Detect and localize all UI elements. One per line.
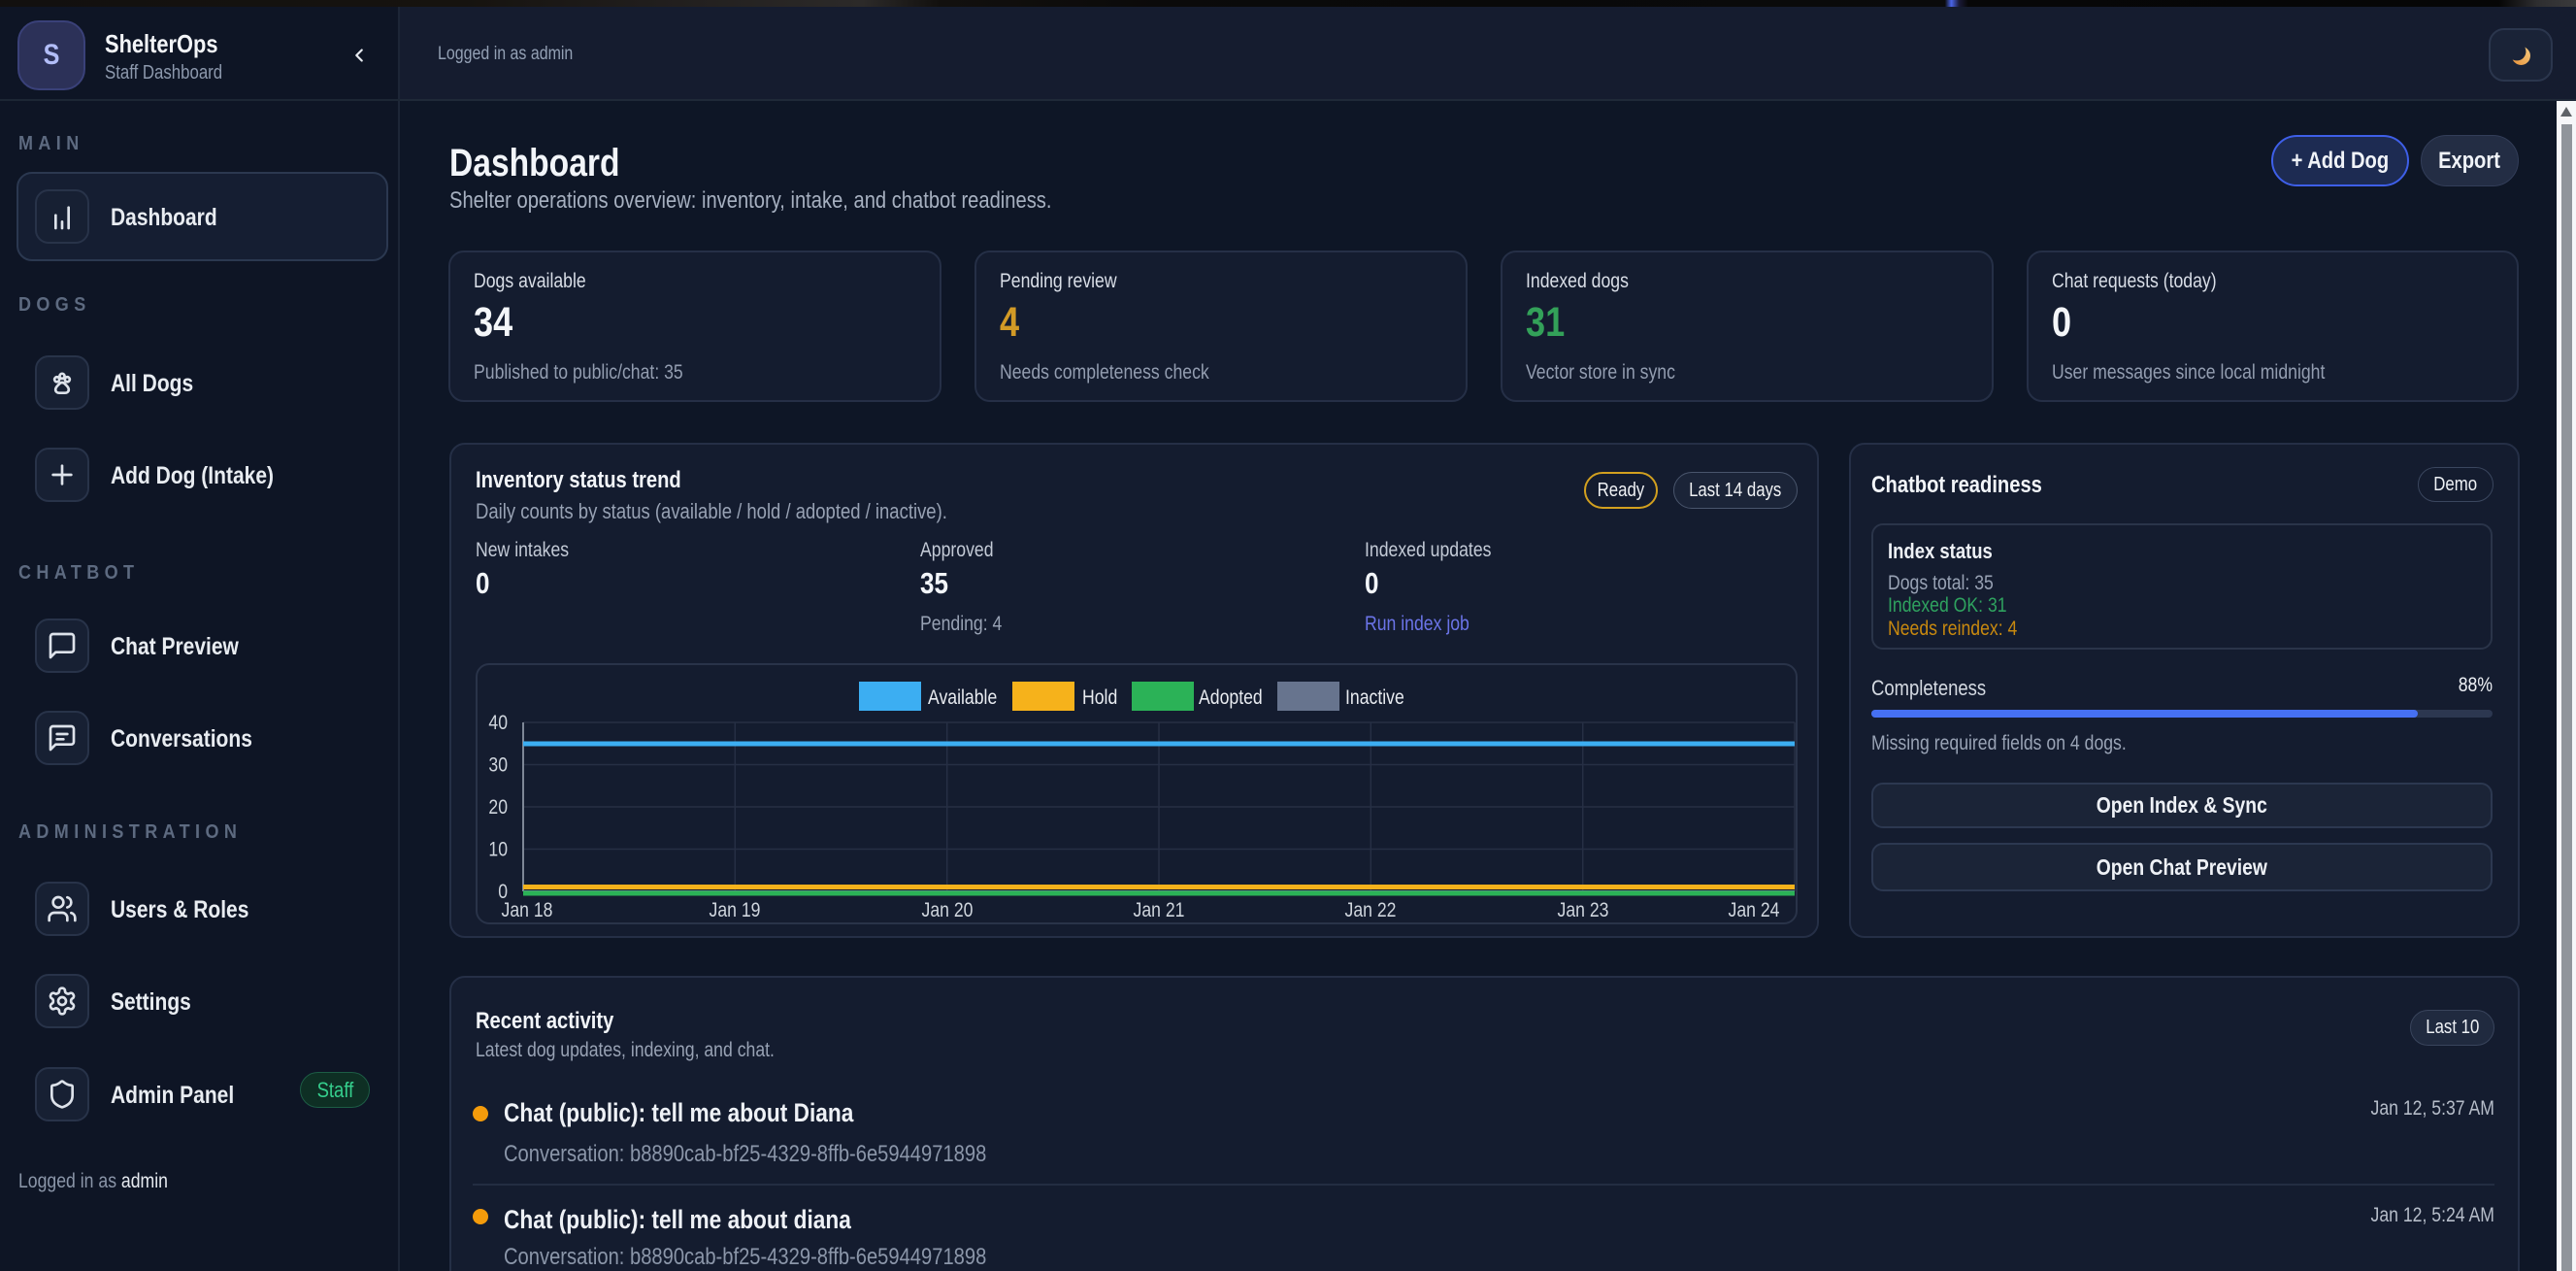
svg-text:Jan 20: Jan 20 [922,899,974,922]
svg-text:Jan 24: Jan 24 [1729,899,1780,922]
svg-text:Jan 22: Jan 22 [1345,899,1397,922]
svg-text:10: 10 [488,838,508,861]
svg-text:30: 30 [488,753,508,777]
svg-text:40: 40 [488,712,508,735]
svg-text:Jan 21: Jan 21 [1134,899,1185,922]
svg-text:Jan 18: Jan 18 [502,899,553,922]
svg-text:Jan 19: Jan 19 [710,899,761,922]
svg-text:Jan 23: Jan 23 [1558,899,1609,922]
svg-text:20: 20 [488,796,508,819]
